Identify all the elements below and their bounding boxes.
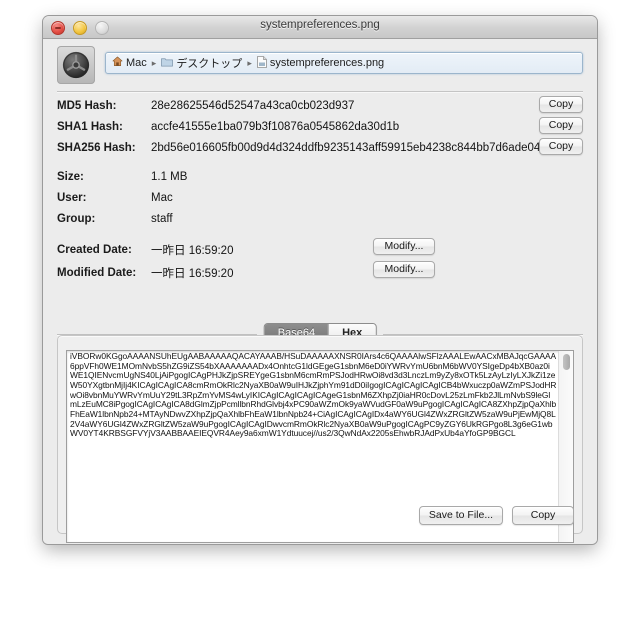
user-label: User:	[57, 191, 87, 204]
file-info-window: systempreferences.png Mac ▸ デスクトップ ▸ sys…	[43, 16, 597, 544]
modify-created-date-button[interactable]: Modify...	[373, 238, 435, 255]
divider-top	[57, 91, 583, 92]
gear-icon	[57, 46, 95, 84]
created-date-label: Created Date:	[57, 243, 132, 256]
copy-md5-button[interactable]: Copy	[539, 96, 583, 113]
sha1-value: accfe41555e1ba079b3f10876a0545862da30d1b	[151, 120, 400, 133]
attribute-row-size: Size: 1.1 MB	[43, 166, 597, 187]
date-row-modified: Modified Date: 一昨日 16:59:20 Modify...	[43, 261, 597, 284]
modify-modified-date-button[interactable]: Modify...	[373, 261, 435, 278]
modified-date-value: 一昨日 16:59:20	[151, 267, 234, 280]
encoded-text: iVBORw0KGgoAAAANSUhEUgAABAAAAAQACAYAAAB/…	[70, 351, 557, 439]
date-row-created: Created Date: 一昨日 16:59:20 Modify...	[43, 238, 597, 261]
sha1-label: SHA1 Hash:	[57, 120, 123, 133]
path-separator: ▸	[247, 57, 252, 68]
sha256-value: 2bd56e016605fb00d9d4d324ddfb9235143aff59…	[151, 141, 547, 154]
group-value: staff	[151, 212, 173, 225]
size-label: Size:	[57, 170, 84, 183]
md5-value: 28e28625546d52547a43ca0cb023d937	[151, 99, 355, 112]
info-region: MD5 Hash: 28e28625546d52547a43ca0cb023d9…	[43, 95, 597, 284]
path-label-file: systempreferences.png	[269, 57, 385, 69]
path-segment-file[interactable]: systempreferences.png	[256, 55, 385, 71]
file-icon	[256, 55, 267, 71]
hash-row-sha1: SHA1 Hash: accfe41555e1ba079b3f10876a054…	[43, 116, 597, 137]
sha256-label: SHA256 Hash:	[57, 141, 136, 154]
copy-sha1-button[interactable]: Copy	[539, 117, 583, 134]
size-value: 1.1 MB	[151, 170, 188, 183]
attribute-row-group: Group: staff	[43, 208, 597, 229]
created-date-value: 一昨日 16:59:20	[151, 244, 234, 257]
path-segment-mac[interactable]: Mac	[112, 56, 147, 70]
save-to-file-button[interactable]: Save to File...	[419, 506, 503, 525]
panel-button-group: Save to File... Copy	[419, 506, 574, 525]
hash-row-sha256: SHA256 Hash: 2bd56e016605fb00d9d4d324ddf…	[43, 137, 597, 158]
md5-label: MD5 Hash:	[57, 99, 117, 112]
window-body: Mac ▸ デスクトップ ▸ systempreferences.png MD5…	[43, 39, 597, 544]
path-bar[interactable]: Mac ▸ デスクトップ ▸ systempreferences.png	[105, 52, 583, 74]
window-title: systempreferences.png	[260, 19, 380, 31]
header-region: Mac ▸ デスクトップ ▸ systempreferences.png	[43, 39, 597, 91]
path-segment-desktop[interactable]: デスクトップ	[161, 55, 242, 71]
group-label: Group:	[57, 212, 96, 225]
path-separator: ▸	[151, 57, 157, 68]
folder-icon	[161, 56, 174, 70]
encoded-panel: iVBORw0KGgoAAAANSUhEUgAABAAAAAQACAYAAAB/…	[57, 335, 583, 543]
user-value: Mac	[151, 191, 173, 204]
copy-encoded-button[interactable]: Copy	[512, 506, 574, 525]
path-label-mac: Mac	[126, 57, 147, 69]
hash-row-md5: MD5 Hash: 28e28625546d52547a43ca0cb023d9…	[43, 95, 597, 116]
window-titlebar: systempreferences.png	[43, 16, 597, 39]
modified-date-label: Modified Date:	[57, 266, 137, 279]
attribute-row-user: User: Mac	[43, 187, 597, 208]
home-icon	[112, 56, 123, 70]
path-label-desktop: デスクトップ	[176, 58, 243, 70]
copy-sha256-button[interactable]: Copy	[539, 138, 583, 155]
scrollbar-thumb[interactable]	[563, 354, 570, 370]
